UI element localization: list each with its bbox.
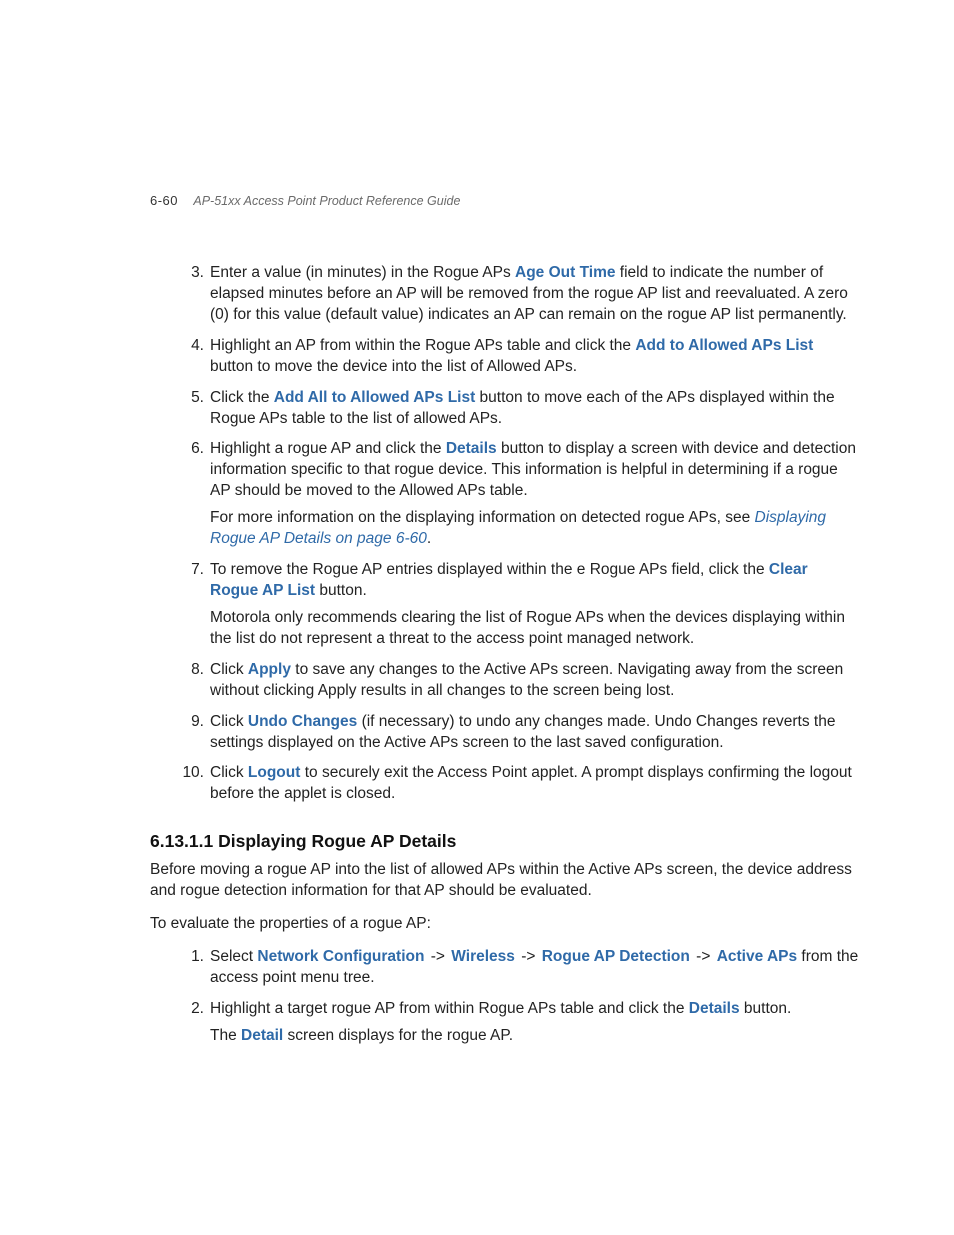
- step-subparagraph: The Detail screen displays for the rogue…: [210, 1026, 859, 1047]
- step-number: 3.: [180, 263, 204, 284]
- ui-label-reference: Add to Allowed APs List: [635, 337, 813, 354]
- page-number: 6-60: [150, 193, 178, 208]
- step-text: Highlight a rogue AP and click the Detai…: [210, 439, 859, 502]
- ui-label-reference: Details: [446, 440, 497, 457]
- page-content: 3. Enter a value (in minutes) in the Rogu…: [150, 263, 859, 1047]
- list-item: 2. Highlight a target rogue AP from withi…: [180, 999, 859, 1047]
- body-text-run: ->: [426, 948, 449, 965]
- body-text-run: ->: [517, 948, 540, 965]
- step-text: Enter a value (in minutes) in the Rogue …: [210, 263, 859, 326]
- section-lead: To evaluate the properties of a rogue AP…: [150, 914, 859, 935]
- step-number: 9.: [180, 712, 204, 733]
- body-text-run: To remove the Rogue AP entries displayed…: [210, 561, 769, 578]
- body-text-run: Enter a value (in minutes) in the Rogue …: [210, 264, 515, 281]
- body-text-run: Highlight a rogue AP and click the: [210, 440, 446, 457]
- step-text: Select Network Configuration -> Wireless…: [210, 947, 859, 989]
- ui-label-reference: Detail: [241, 1027, 283, 1044]
- ui-label-reference: Age Out Time: [515, 264, 615, 281]
- body-text-run: .: [427, 530, 431, 547]
- body-text-run: Click: [210, 713, 248, 730]
- ui-label-reference: Logout: [248, 764, 301, 781]
- section-intro: Before moving a rogue AP into the list o…: [150, 860, 859, 902]
- step-number: 6.: [180, 439, 204, 460]
- procedure-steps-a: 3. Enter a value (in minutes) in the Rogu…: [180, 263, 859, 805]
- step-text: To remove the Rogue AP entries displayed…: [210, 560, 859, 602]
- step-text: Highlight a target rogue AP from within …: [210, 999, 859, 1020]
- step-text: Click Undo Changes (if necessary) to und…: [210, 712, 859, 754]
- ui-label-reference: Wireless: [451, 948, 515, 965]
- list-item: 1. Select Network Configuration -> Wirele…: [180, 947, 859, 989]
- list-item: 8. Click Apply to save any changes to the…: [180, 660, 859, 702]
- body-text-run: Motorola only recommends clearing the li…: [210, 609, 845, 647]
- step-text: Click the Add All to Allowed APs List bu…: [210, 388, 859, 430]
- step-text: Highlight an AP from within the Rogue AP…: [210, 336, 859, 378]
- body-text-run: ->: [692, 948, 715, 965]
- list-item: 7. To remove the Rogue AP entries display…: [180, 560, 859, 650]
- body-text-run: to securely exit the Access Point applet…: [210, 764, 852, 802]
- guide-title: AP-51xx Access Point Product Reference G…: [193, 194, 460, 208]
- step-number: 4.: [180, 336, 204, 357]
- body-text-run: Highlight a target rogue AP from within …: [210, 1000, 689, 1017]
- step-text: Click Apply to save any changes to the A…: [210, 660, 859, 702]
- step-number: 10.: [180, 763, 204, 784]
- body-text-run: to save any changes to the Active APs sc…: [210, 661, 843, 699]
- list-item: 9. Click Undo Changes (if necessary) to u…: [180, 712, 859, 754]
- ui-label-reference: Undo Changes: [248, 713, 357, 730]
- list-item: 4. Highlight an AP from within the Rogue …: [180, 336, 859, 378]
- body-text-run: button to move the device into the list …: [210, 358, 577, 375]
- body-text-run: Click: [210, 764, 248, 781]
- body-text-run: For more information on the displaying i…: [210, 509, 755, 526]
- body-text-run: Click: [210, 661, 248, 678]
- list-item: 3. Enter a value (in minutes) in the Rogu…: [180, 263, 859, 326]
- ui-label-reference: Add All to Allowed APs List: [274, 389, 476, 406]
- ui-label-reference: Details: [689, 1000, 740, 1017]
- step-subparagraph: Motorola only recommends clearing the li…: [210, 608, 859, 650]
- running-header: 6-60 AP-51xx Access Point Product Refere…: [150, 193, 460, 208]
- ui-label-reference: Rogue AP Detection: [542, 948, 690, 965]
- body-text-run: screen displays for the rogue AP.: [283, 1027, 513, 1044]
- ui-label-reference: Apply: [248, 661, 291, 678]
- step-number: 5.: [180, 388, 204, 409]
- section-heading: 6.13.1.1 Displaying Rogue AP Details: [150, 831, 859, 852]
- ui-label-reference: Active APs: [717, 948, 797, 965]
- body-text-run: The: [210, 1027, 241, 1044]
- step-number: 2.: [180, 999, 204, 1020]
- body-text-run: Select: [210, 948, 257, 965]
- ui-label-reference: Network Configuration: [257, 948, 424, 965]
- body-text-run: button.: [315, 582, 367, 599]
- body-text-run: button.: [740, 1000, 792, 1017]
- list-item: 5. Click the Add All to Allowed APs List …: [180, 388, 859, 430]
- list-item: 10. Click Logout to securely exit the Acc…: [180, 763, 859, 805]
- step-number: 1.: [180, 947, 204, 968]
- step-number: 7.: [180, 560, 204, 581]
- body-text-run: Click the: [210, 389, 274, 406]
- list-item: 6. Highlight a rogue AP and click the Det…: [180, 439, 859, 550]
- body-text-run: Highlight an AP from within the Rogue AP…: [210, 337, 635, 354]
- procedure-steps-b: 1. Select Network Configuration -> Wirele…: [180, 947, 859, 1047]
- step-number: 8.: [180, 660, 204, 681]
- step-subparagraph: For more information on the displaying i…: [210, 508, 859, 550]
- step-text: Click Logout to securely exit the Access…: [210, 763, 859, 805]
